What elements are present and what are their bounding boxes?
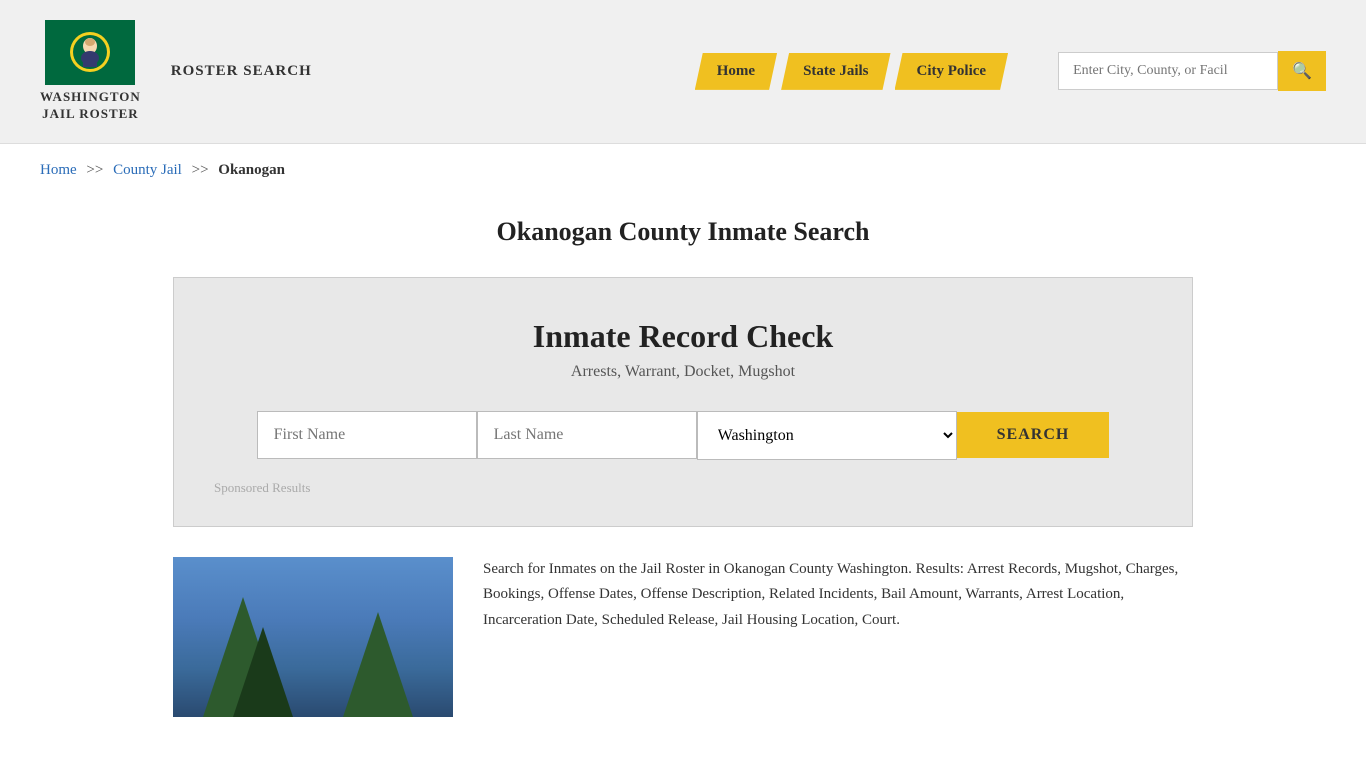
state-select[interactable]: WashingtonAlabamaAlaskaArizonaArkansasCa… — [697, 411, 957, 460]
site-logo[interactable]: WASHINGTON JAIL ROSTER — [40, 20, 141, 123]
site-header: WASHINGTON JAIL ROSTER ROSTER SEARCH Hom… — [0, 0, 1366, 144]
nav-city-police-button[interactable]: City Police — [895, 53, 1009, 90]
breadcrumb: Home >> County Jail >> Okanogan — [0, 144, 1366, 197]
roster-search-label: ROSTER SEARCH — [171, 63, 312, 80]
nav-home-button[interactable]: Home — [695, 53, 777, 90]
record-check-title: Inmate Record Check — [204, 318, 1162, 355]
inmate-search-form: WashingtonAlabamaAlaskaArizonaArkansasCa… — [204, 411, 1162, 460]
page-title: Okanogan County Inmate Search — [0, 197, 1366, 277]
last-name-input[interactable] — [477, 411, 697, 459]
header-search-area: 🔍 — [1058, 51, 1326, 91]
search-submit-button[interactable]: SEARCH — [957, 412, 1110, 458]
breadcrumb-county-jail[interactable]: County Jail — [113, 162, 182, 178]
record-check-box: Inmate Record Check Arrests, Warrant, Do… — [173, 277, 1193, 527]
bottom-section: Search for Inmates on the Jail Roster in… — [173, 557, 1193, 717]
main-nav: Home State Jails City Police — [695, 53, 1008, 90]
tree-decoration-2 — [233, 627, 293, 717]
breadcrumb-sep1: >> — [86, 162, 103, 178]
breadcrumb-sep2: >> — [192, 162, 209, 178]
main-content: Inmate Record Check Arrests, Warrant, Do… — [133, 277, 1233, 757]
logo-text: WASHINGTON JAIL ROSTER — [40, 89, 141, 123]
nav-state-jails-button[interactable]: State Jails — [781, 53, 890, 90]
header-search-button[interactable]: 🔍 — [1278, 51, 1326, 91]
county-image — [173, 557, 453, 717]
breadcrumb-current: Okanogan — [218, 162, 285, 178]
tree-decoration-3 — [343, 612, 413, 717]
first-name-input[interactable] — [257, 411, 477, 459]
header-search-input[interactable] — [1058, 52, 1278, 90]
flag-icon — [45, 20, 135, 85]
description-text: Search for Inmates on the Jail Roster in… — [483, 557, 1193, 634]
breadcrumb-home[interactable]: Home — [40, 162, 77, 178]
record-check-subtitle: Arrests, Warrant, Docket, Mugshot — [204, 363, 1162, 381]
sponsored-label: Sponsored Results — [204, 480, 1162, 496]
